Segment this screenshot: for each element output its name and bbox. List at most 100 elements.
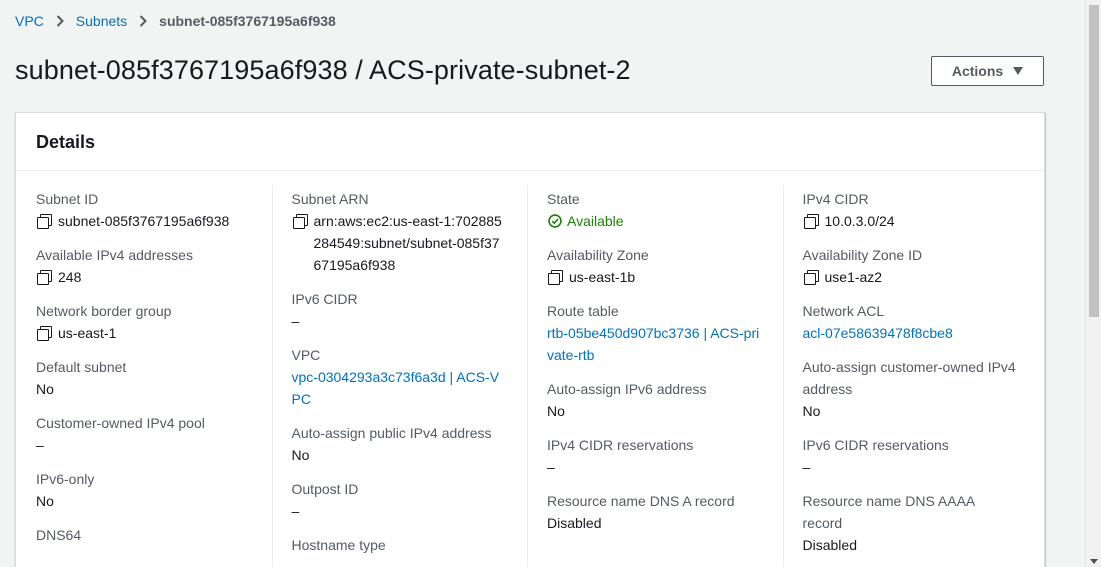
breadcrumb-subnets-link[interactable]: Subnets xyxy=(76,13,127,29)
field-label: Outpost ID xyxy=(291,481,359,497)
actions-button[interactable]: Actions xyxy=(931,56,1044,86)
dns-a-record-value: Disabled xyxy=(547,515,602,531)
field-value: subnet-085f3767195a6f938 xyxy=(36,210,252,232)
field-value: arn:aws:ec2:us-east-1:702885284549:subne… xyxy=(292,210,508,276)
field-auto-assign-ipv6: Auto-assign IPv6 address No xyxy=(547,378,763,422)
field-route-table: Route table rtb-05be450d907bc3736 | ACS-… xyxy=(547,300,763,366)
field-hostname-type: Hostname type xyxy=(292,534,508,556)
field-ipv4-cidr: IPv4 CIDR 10.0.3.0/24 xyxy=(803,188,1019,232)
auto-assign-customer-owned-ipv4-value: No xyxy=(802,403,821,419)
field-value: – xyxy=(292,500,508,522)
auto-assign-public-ipv4-value: No xyxy=(291,447,310,463)
field-default-subnet: Default subnet No xyxy=(36,356,252,400)
field-subnet-id: Subnet ID subnet-085f3767195a6f938 xyxy=(36,188,252,232)
field-value: acl-07e58639478f8cbe8 xyxy=(803,322,1019,344)
copy-icon[interactable] xyxy=(803,214,819,229)
outpost-id-value: – xyxy=(291,503,300,519)
check-circle-icon xyxy=(548,214,562,228)
field-available-ipv4: Available IPv4 addresses 248 xyxy=(36,244,252,288)
field-label: VPC xyxy=(291,347,321,363)
field-label: Subnet ARN xyxy=(291,191,369,207)
state-value: Available xyxy=(567,213,624,229)
field-ipv4-cidr-reservations: IPv4 CIDR reservations – xyxy=(547,434,763,478)
field-value: us-east-1b xyxy=(547,266,763,288)
field-label: Resource name DNS AAAA record xyxy=(802,493,975,531)
vpc-link[interactable]: vpc-0304293a3c73f6a3d | ACS-VPC xyxy=(292,366,508,410)
ipv4-cidr-value: 10.0.3.0/24 xyxy=(824,213,895,229)
ipv6-cidr-value: – xyxy=(291,313,300,329)
field-availability-zone: Availability Zone us-east-1b xyxy=(547,244,763,288)
field-value: – xyxy=(292,310,508,332)
field-auto-assign-customer-owned-ipv4: Auto-assign customer-owned IPv4 address … xyxy=(803,356,1019,422)
field-label: Availability Zone xyxy=(547,247,649,263)
availability-zone-id-value: use1-az2 xyxy=(824,269,883,285)
details-column-4: IPv4 CIDR 10.0.3.0/24 Availability Zone … xyxy=(782,171,1039,567)
details-column-3: State Available Availability Zone us-eas… xyxy=(527,171,783,567)
copy-icon[interactable] xyxy=(37,214,52,229)
field-label: Customer-owned IPv4 pool xyxy=(36,415,205,431)
copy-icon[interactable] xyxy=(37,326,52,341)
field-value: Disabled xyxy=(547,512,763,534)
scroll-down-arrow-icon[interactable] xyxy=(1090,559,1098,564)
field-dns64: DNS64 xyxy=(36,524,252,546)
field-label: Default subnet xyxy=(36,359,127,375)
breadcrumb-vpc-link[interactable]: VPC xyxy=(15,13,44,29)
field-label: Auto-assign customer-owned IPv4 address xyxy=(802,359,1016,397)
copy-icon[interactable] xyxy=(548,270,563,285)
field-label: Auto-assign public IPv4 address xyxy=(291,425,492,441)
field-label: IPv6 CIDR xyxy=(291,291,358,307)
page: VPC Subnets subnet-085f3767195a6f938 sub… xyxy=(0,0,1085,567)
details-heading: Details xyxy=(36,132,96,152)
field-value: 248 xyxy=(36,266,252,288)
details-header: Details xyxy=(16,113,1044,171)
details-column-1: Subnet ID subnet-085f3767195a6f938 Avail… xyxy=(16,171,272,567)
field-label: Hostname type xyxy=(291,537,386,553)
field-label: Availability Zone ID xyxy=(802,247,923,263)
field-label: State xyxy=(547,191,580,207)
field-ipv6-cidr: IPv6 CIDR – xyxy=(292,288,508,332)
caret-down-icon xyxy=(1013,67,1024,75)
available-ipv4-value: 248 xyxy=(58,269,82,285)
breadcrumb-current: subnet-085f3767195a6f938 xyxy=(159,13,336,29)
chevron-right-icon xyxy=(56,15,64,27)
field-label: IPv6-only xyxy=(36,471,95,487)
ipv6-only-value: No xyxy=(36,493,54,509)
field-ipv6-only: IPv6-only No xyxy=(36,468,252,512)
copy-icon[interactable] xyxy=(292,214,308,229)
field-value: No xyxy=(803,400,1019,422)
availability-zone-value: us-east-1b xyxy=(569,269,636,285)
field-dns-a-record: Resource name DNS A record Disabled xyxy=(547,490,763,534)
field-label: Resource name DNS A record xyxy=(547,493,735,509)
vertical-scrollbar[interactable] xyxy=(1085,0,1101,567)
page-title: subnet-085f3767195a6f938 / ACS-private-s… xyxy=(15,55,631,85)
customer-owned-ipv4-pool-value: – xyxy=(36,437,44,453)
network-acl-link[interactable]: acl-07e58639478f8cbe8 xyxy=(803,322,953,344)
network-border-group-value: us-east-1 xyxy=(58,325,117,341)
field-value: Available xyxy=(547,210,763,232)
field-customer-owned-ipv4-pool: Customer-owned IPv4 pool – xyxy=(36,412,252,456)
field-label: Auto-assign IPv6 address xyxy=(547,381,707,397)
scrollbar-thumb[interactable] xyxy=(1089,5,1099,317)
copy-icon[interactable] xyxy=(37,270,52,285)
field-label: IPv4 CIDR xyxy=(802,191,869,207)
field-label: Route table xyxy=(547,303,619,319)
field-dns-aaaa-record: Resource name DNS AAAA record Disabled xyxy=(803,490,1019,556)
actions-button-label: Actions xyxy=(951,63,1004,79)
field-label: IPv6 CIDR reservations xyxy=(802,437,949,453)
details-column-2: Subnet ARN arn:aws:ec2:us-east-1:7028852… xyxy=(271,171,528,567)
field-subnet-arn: Subnet ARN arn:aws:ec2:us-east-1:7028852… xyxy=(292,188,508,276)
field-value: rtb-05be450d907bc3736 | ACS-private-rtb xyxy=(547,322,763,366)
auto-assign-ipv6-value: No xyxy=(547,403,565,419)
field-value: – xyxy=(547,456,763,478)
field-state: State Available xyxy=(547,188,763,232)
details-columns: Subnet ID subnet-085f3767195a6f938 Avail… xyxy=(16,171,1044,567)
field-value: No xyxy=(36,490,252,512)
subnet-arn-value: arn:aws:ec2:us-east-1:702885284549:subne… xyxy=(313,213,502,273)
field-value: use1-az2 xyxy=(803,266,1019,288)
breadcrumb: VPC Subnets subnet-085f3767195a6f938 xyxy=(15,12,336,30)
route-table-link[interactable]: rtb-05be450d907bc3736 | ACS-private-rtb xyxy=(547,322,763,366)
field-value: No xyxy=(36,378,252,400)
field-value: 10.0.3.0/24 xyxy=(803,210,1019,232)
copy-icon[interactable] xyxy=(803,270,819,285)
dns-aaaa-record-value: Disabled xyxy=(802,537,857,553)
